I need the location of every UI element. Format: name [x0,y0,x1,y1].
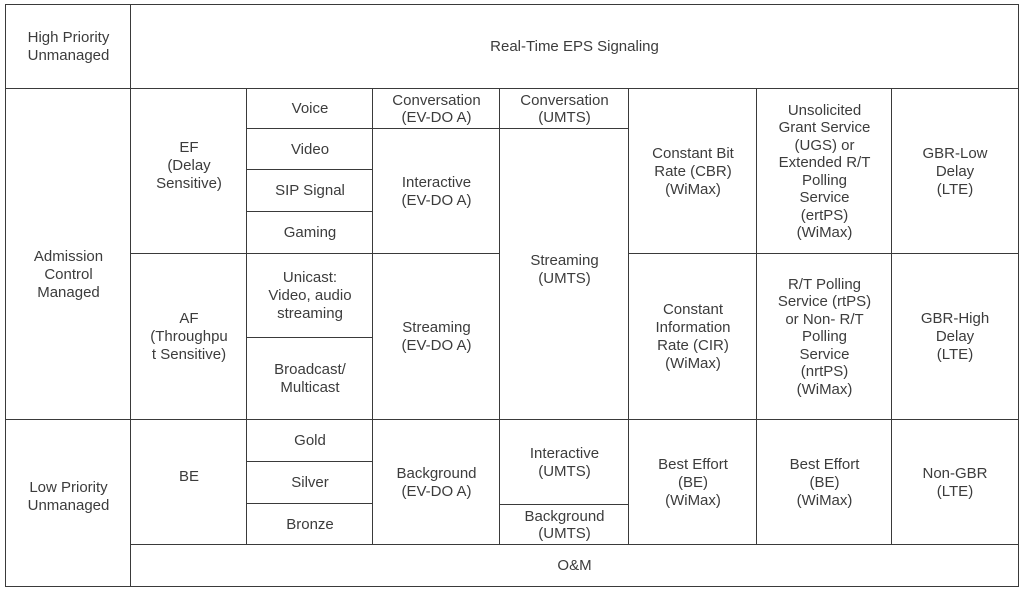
evdo-conversation-cell: Conversation (EV-DO A) [372,88,501,130]
qos-mapping-table: High Priority Unmanaged Real-Time EPS Si… [0,0,1024,592]
app-unicast-streaming-cell: Unicast: Video, audio streaming [246,253,374,339]
app-voice-cell: Voice [246,88,374,130]
wimax-cbr-cell: Constant Bit Rate (CBR) (WiMax) [628,88,758,255]
app-sip-signal-cell: SIP Signal [246,169,374,213]
om-cell: O&M [130,544,1019,587]
wimax-ugs-ertps-cell: Unsolicited Grant Service (UGS) or Exten… [756,88,893,255]
umts-interactive-cell: Interactive (UMTS) [499,419,630,506]
be-class-cell: BE [130,419,248,546]
lte-gbr-high-delay-cell: GBR-High Delay (LTE) [891,253,1019,421]
wimax-cir-cell: Constant Information Rate (CIR) (WiMax) [628,253,758,421]
evdo-streaming-cell: Streaming (EV-DO A) [372,253,501,421]
wimax-be-rate-cell: Best Effort (BE) (WiMax) [628,419,758,546]
app-gaming-cell: Gaming [246,211,374,255]
app-broadcast-multicast-cell: Broadcast/ Multicast [246,337,374,421]
app-gold-cell: Gold [246,419,374,463]
umts-streaming-cell: Streaming (UMTS) [499,128,630,421]
app-bronze-cell: Bronze [246,503,374,546]
af-class-cell: AF (Throughpu t Sensitive) [130,253,248,421]
row-label-high-priority: High Priority Unmanaged [5,4,132,90]
app-silver-cell: Silver [246,461,374,505]
wimax-rtps-nrtps-cell: R/T Polling Service (rtPS) or Non- R/T P… [756,253,893,421]
lte-gbr-low-delay-cell: GBR-Low Delay (LTE) [891,88,1019,255]
evdo-interactive-cell: Interactive (EV-DO A) [372,128,501,255]
real-time-eps-signaling-cell: Real-Time EPS Signaling [130,4,1019,90]
umts-conversation-cell: Conversation (UMTS) [499,88,630,130]
row-label-low-priority: Low Priority Unmanaged [5,419,132,587]
umts-background-cell: Background (UMTS) [499,504,630,546]
app-video-cell: Video [246,128,374,171]
evdo-background-cell: Background (EV-DO A) [372,419,501,546]
lte-non-gbr-cell: Non-GBR (LTE) [891,419,1019,546]
wimax-be-service-cell: Best Effort (BE) (WiMax) [756,419,893,546]
row-label-admission-control: Admission Control Managed [5,88,132,421]
ef-class-cell: EF (Delay Sensitive) [130,88,248,255]
